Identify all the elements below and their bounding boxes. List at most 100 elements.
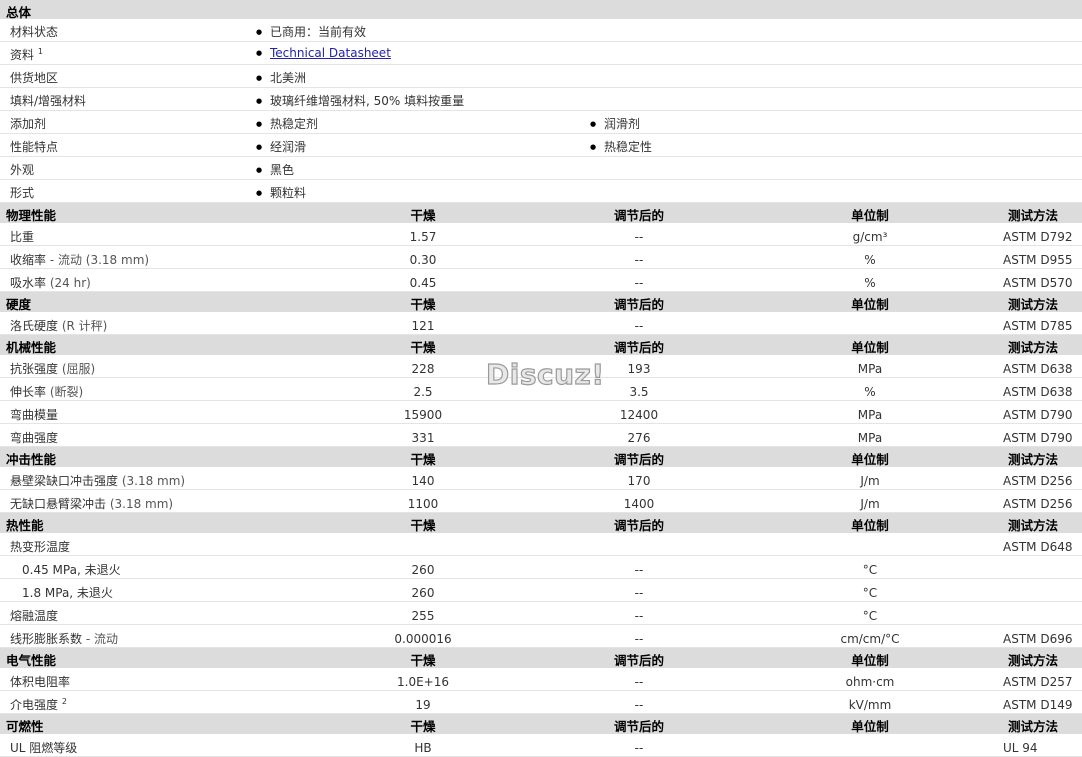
unit: cm/cm/°C [840, 632, 900, 646]
value-dry: HB [414, 741, 432, 755]
property-label: UL 阻燃等级 [10, 741, 78, 755]
property-label: 0.45 MPa, 未退火 [22, 563, 121, 577]
property-label: 热变形温度 [10, 540, 71, 554]
column-header-method: 测试方法 [1007, 452, 1058, 467]
value-conditioned: 193 [627, 362, 651, 376]
column-header-unit: 单位制 [851, 719, 889, 734]
unit: kV/mm [848, 698, 892, 712]
property-row: 弯曲模量 15900 12400 MPa ASTM D790 [0, 401, 1082, 424]
property-label: 弯曲模量 [10, 408, 59, 422]
column-header-dry: 干燥 [410, 653, 436, 668]
property-row: 无缺口悬臂梁冲击 (3.18 mm) 1100 1400 J/m ASTM D256 [0, 490, 1082, 513]
test-method: ASTM D570 [1003, 276, 1073, 290]
column-header-conditioned: 调节后的 [613, 208, 665, 223]
column-header-dry: 干燥 [410, 452, 436, 467]
value-dry: 2.5 [413, 385, 433, 399]
general-row: 供货地区 北美洲 [0, 65, 1082, 88]
test-method: ASTM D256 [1003, 474, 1073, 488]
property-condition: (屈服) [58, 362, 96, 376]
value-conditioned: 12400 [619, 408, 659, 422]
general-row: 资料 1 Technical Datasheet [0, 42, 1082, 65]
property-row: 体积电阻率 1.0E+16 -- ohm·cm ASTM D257 [0, 668, 1082, 691]
value-conditioned: -- [634, 698, 644, 712]
value-conditioned: -- [634, 319, 644, 333]
value-conditioned: -- [634, 230, 644, 244]
column-header-unit: 单位制 [851, 452, 889, 467]
property-condition: - 流动 (3.18 mm) [46, 253, 150, 267]
property-row: 悬壁梁缺口冲击强度 (3.18 mm) 140 170 J/m ASTM D256 [0, 467, 1082, 490]
property-label: 供货地区 [10, 71, 59, 85]
column-header-method: 测试方法 [1007, 719, 1058, 734]
value-dry: 260 [411, 563, 435, 577]
value-conditioned: -- [634, 741, 644, 755]
property-row: 吸水率 (24 hr) 0.45 --% ASTM D570 [0, 269, 1082, 292]
column-header-unit: 单位制 [851, 518, 889, 533]
general-row: 材料状态 已商用：当前有效 [0, 19, 1082, 42]
column-header-dry: 干燥 [410, 208, 436, 223]
section-title: 硬度 [6, 297, 32, 312]
property-label: 收缩率 - 流动 (3.18 mm) [10, 253, 150, 267]
property-label: 1.8 MPa, 未退火 [22, 586, 113, 600]
property-label: 材料状态 [10, 25, 59, 39]
unit: MPa [857, 408, 883, 422]
footnote-mark: 1 [37, 47, 43, 56]
test-method: ASTM D638 [1003, 362, 1073, 376]
property-label: 弯曲强度 [10, 431, 59, 445]
section-header: 机械性能 干燥 调节后的 单位制 测试方法 [0, 335, 1082, 355]
property-condition: (3.18 mm) [118, 474, 186, 488]
value-dry: 1.0E+16 [397, 675, 449, 689]
unit: °C [862, 586, 878, 600]
column-header-method: 测试方法 [1007, 653, 1058, 668]
column-header-conditioned: 调节后的 [613, 719, 665, 734]
value-dry: 0.000016 [394, 632, 452, 646]
property-row: 收缩率 - 流动 (3.18 mm) 0.30 --% ASTM D955 [0, 246, 1082, 269]
value-conditioned: -- [634, 609, 644, 623]
property-label: 资料 1 [10, 47, 43, 62]
general-row: 外观 黑色 [0, 157, 1082, 180]
test-method: ASTM D790 [1003, 408, 1073, 422]
column-header-method: 测试方法 [1007, 208, 1058, 223]
property-label: 熔融温度 [10, 609, 59, 623]
value-dry: 140 [411, 474, 435, 488]
property-value: 润滑剂 [604, 115, 640, 132]
property-value: 颗粒料 [270, 184, 306, 201]
general-row: 填料/增强材料 玻璃纤维增强材料, 50% 填料按重量 [0, 88, 1082, 111]
property-condition: (断裂) [46, 385, 84, 399]
property-label: 悬壁梁缺口冲击强度 (3.18 mm) [10, 474, 186, 488]
property-label: 形式 [10, 186, 35, 200]
value-conditioned: -- [634, 276, 644, 290]
value-dry: 19 [415, 698, 431, 712]
property-label: 伸长率 (断裂) [10, 385, 84, 399]
datasheet-link[interactable]: Technical Datasheet [270, 46, 391, 60]
property-value: 北美洲 [270, 69, 306, 86]
column-header-dry: 干燥 [410, 297, 436, 312]
property-row: 0.45 MPa, 未退火 260 -- °C [0, 556, 1082, 579]
section-header-general: 总体 [0, 0, 1082, 20]
property-row: 弯曲强度 331 276 MPa ASTM D790 [0, 424, 1082, 447]
value-conditioned: -- [634, 563, 644, 577]
property-row: 1.8 MPa, 未退火 260 -- °C [0, 579, 1082, 602]
unit: g/cm³ [852, 230, 888, 244]
column-header-conditioned: 调节后的 [613, 653, 665, 668]
column-header-conditioned: 调节后的 [613, 452, 665, 467]
test-method: ASTM D648 [1003, 540, 1073, 554]
section-title: 冲击性能 [6, 452, 57, 467]
property-label: 吸水率 (24 hr) [10, 276, 91, 290]
property-value: 黑色 [270, 161, 294, 178]
value-dry: 0.45 [409, 276, 437, 290]
column-header-conditioned: 调节后的 [613, 340, 665, 355]
property-label: 外观 [10, 163, 35, 177]
property-label: 性能特点 [10, 140, 59, 154]
property-label: 比重 [10, 230, 35, 244]
unit: °C [862, 563, 878, 577]
property-condition: (3.18 mm) [106, 497, 174, 511]
column-header-unit: 单位制 [851, 340, 889, 355]
property-row: 比重 1.57 -- g/cm³ ASTM D792 [0, 223, 1082, 246]
unit: % [864, 253, 876, 267]
unit: J/m [860, 474, 880, 488]
section-title: 热性能 [6, 518, 44, 533]
unit: MPa [857, 362, 883, 376]
section-title: 物理性能 [6, 208, 57, 223]
property-value: 经润滑 [270, 138, 306, 155]
value-conditioned: -- [634, 253, 644, 267]
